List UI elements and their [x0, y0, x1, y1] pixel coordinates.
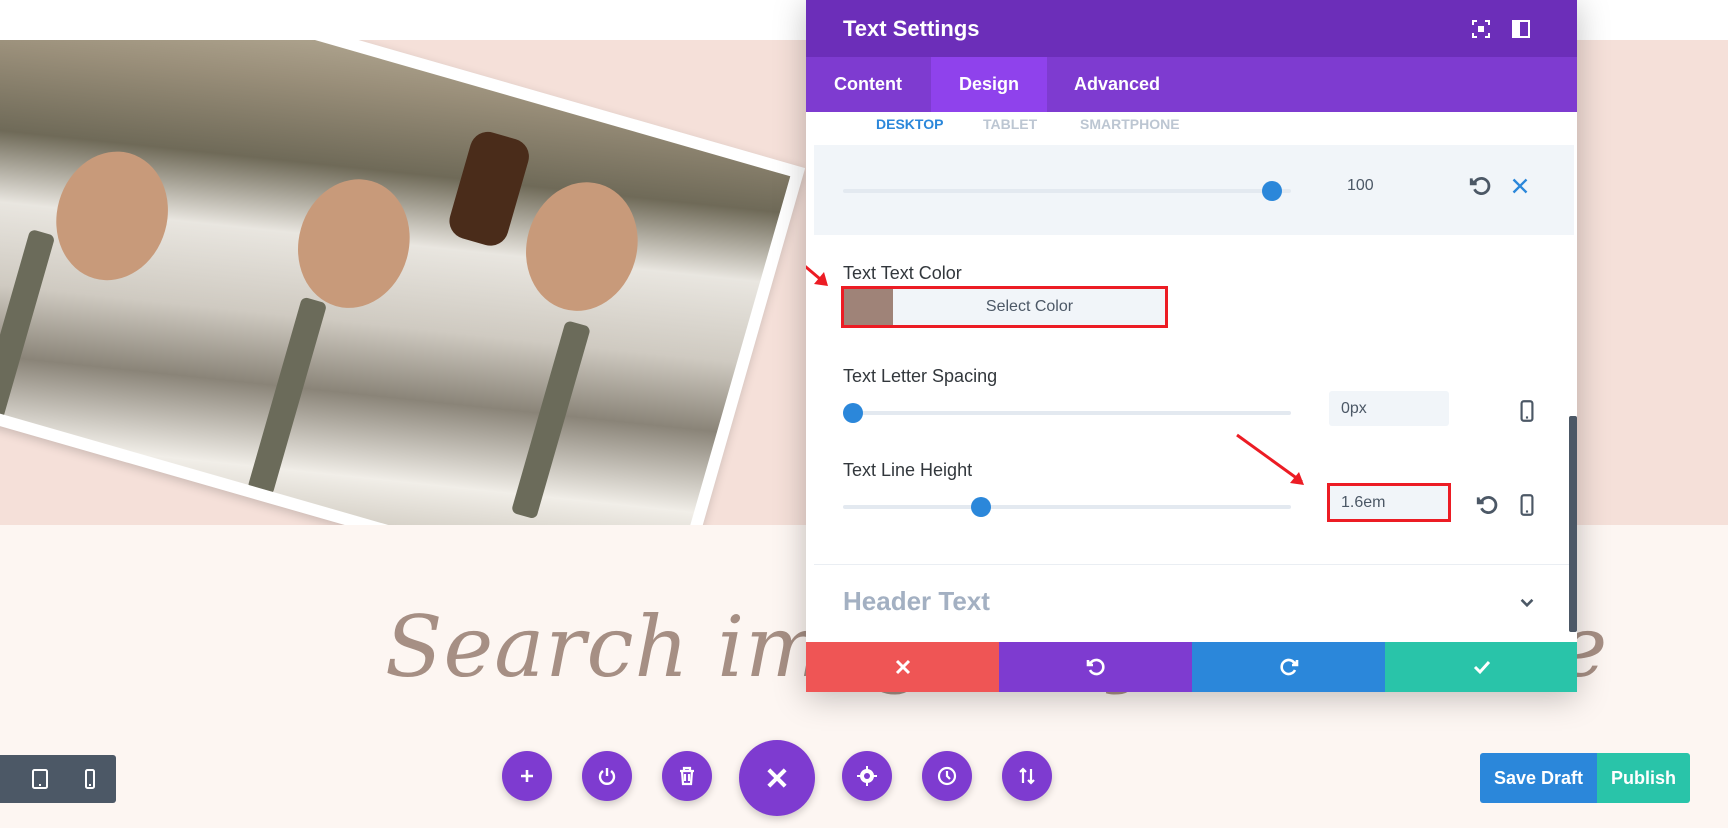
scrollbar[interactable] [1569, 416, 1577, 632]
letter-spacing-slider-track[interactable] [843, 403, 1291, 423]
add-module-button[interactable] [502, 751, 552, 801]
text-color-label: Text Text Color [843, 263, 962, 283]
undo-icon [1086, 658, 1105, 676]
tilted-photo-frame [0, 40, 806, 525]
section-divider [814, 564, 1574, 565]
modal-tabs: Content Design Advanced [806, 57, 1577, 112]
modal-title: Text Settings [843, 16, 980, 41]
redo-icon [1279, 658, 1298, 676]
trash-icon [680, 766, 694, 786]
letter-spacing-label: Text Letter Spacing [843, 366, 998, 386]
discard-button[interactable] [806, 642, 999, 692]
photo-detail [247, 296, 328, 496]
history-icon [937, 766, 957, 786]
responsive-toggle [0, 755, 116, 803]
header-text-section-toggle[interactable]: Header Text [843, 586, 990, 617]
tab-smartphone[interactable]: SMARTPHONE [1062, 112, 1198, 145]
photo-detail [41, 138, 183, 294]
annotation-arrow [1236, 433, 1304, 485]
tab-design[interactable]: Design [931, 57, 1048, 112]
phone-icon[interactable] [1514, 492, 1540, 518]
reset-icon[interactable] [1475, 492, 1501, 518]
line-height-slider-thumb[interactable] [971, 497, 991, 517]
groomsmen-photo [0, 40, 791, 525]
photo-detail [445, 127, 534, 250]
phone-icon[interactable] [78, 767, 102, 791]
history-button[interactable] [922, 751, 972, 801]
redo-button[interactable] [1192, 642, 1385, 692]
modal-header: Text Settings [806, 0, 1577, 57]
tab-tablet[interactable]: TABLET [965, 112, 1055, 145]
opacity-slider-thumb[interactable] [1262, 181, 1282, 201]
phone-icon[interactable] [1514, 398, 1540, 424]
photo-detail [510, 320, 591, 520]
line-height-label: Text Line Height [843, 460, 973, 480]
reset-icon[interactable] [1468, 173, 1494, 199]
close-icon [767, 768, 787, 788]
close-builder-button[interactable] [739, 740, 815, 816]
text-settings-modal: Text Settings Content Design Advanced 10… [806, 0, 1577, 692]
opacity-slider-track[interactable] [843, 181, 1291, 201]
letter-spacing-slider-thumb[interactable] [843, 403, 863, 423]
opacity-input[interactable]: 100 [1335, 168, 1455, 203]
tab-desktop[interactable]: DESKTOP [858, 112, 965, 145]
chevron-down-icon[interactable] [1514, 589, 1540, 615]
gear-icon [857, 766, 877, 786]
page-settings-button[interactable] [842, 751, 892, 801]
tab-content[interactable]: Content [806, 57, 930, 112]
letter-spacing-input[interactable]: 0px [1329, 391, 1449, 426]
annotation-highlight [1327, 483, 1451, 522]
save-settings-button[interactable] [1385, 642, 1577, 692]
opacity-row: 100 [814, 145, 1574, 235]
undo-button[interactable] [999, 642, 1192, 692]
check-icon [1473, 660, 1490, 675]
annotation-arrow [806, 265, 828, 286]
split-view-icon[interactable] [1510, 18, 1532, 40]
clear-layout-button[interactable] [662, 751, 712, 801]
line-height-slider-track[interactable] [843, 497, 1291, 517]
modal-body: 100 DESKTOP TABLET SMARTPHONE Text Text … [806, 112, 1577, 642]
annotation-highlight [841, 286, 1168, 328]
tablet-icon[interactable] [28, 767, 52, 791]
close-icon [895, 659, 910, 675]
close-icon[interactable] [1507, 173, 1533, 199]
plus-icon [521, 770, 533, 782]
publish-button[interactable]: Publish [1597, 753, 1690, 803]
photo-detail [0, 228, 56, 429]
load-layout-button[interactable] [582, 751, 632, 801]
modal-footer [806, 642, 1577, 692]
sort-icon [1019, 767, 1035, 785]
photo-detail [511, 168, 653, 325]
tab-advanced[interactable]: Advanced [1046, 57, 1188, 112]
save-draft-button[interactable]: Save Draft [1480, 753, 1597, 803]
portability-button[interactable] [1002, 751, 1052, 801]
fullscreen-icon[interactable] [1470, 18, 1492, 40]
power-icon [598, 768, 616, 785]
